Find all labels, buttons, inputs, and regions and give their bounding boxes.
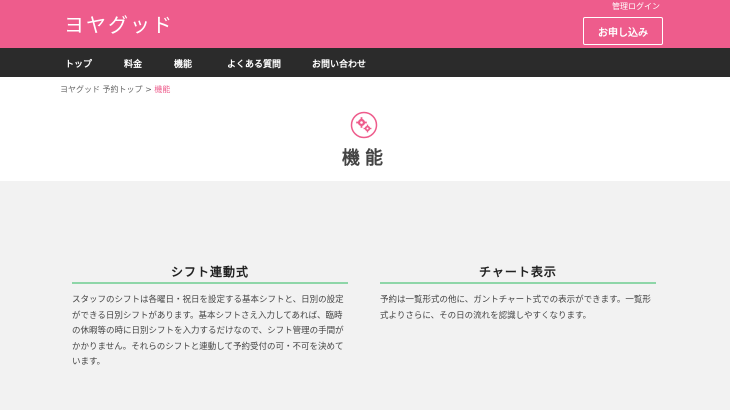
feature-description: 予約は一覧形式の他に、ガントチャート式での表示ができます。一覧形式よりさらに、そ…: [380, 295, 651, 321]
nav-item-pricing[interactable]: 料金: [124, 57, 142, 70]
feature-title: チャート表示: [380, 263, 656, 284]
breadcrumb-separator: >: [145, 85, 152, 94]
breadcrumb: ヨヤグッド 予約トップ > 機能: [60, 84, 170, 95]
nav-item-faq[interactable]: よくある質問: [227, 57, 281, 70]
feature-card-shift: シフト連動式 スタッフのシフトは各曜日・祝日を設定する基本シフトと、日別の設定が…: [72, 263, 348, 371]
gears-icon: [350, 111, 378, 139]
nav-item-features[interactable]: 機能: [174, 57, 192, 70]
feature-card-chart: チャート表示 予約は一覧形式の他に、ガントチャート式での表示ができます。一覧形式…: [380, 263, 656, 324]
page-header: ヨヤグッド 予約トップ > 機能 機能: [0, 77, 730, 181]
apply-button[interactable]: お申し込み: [583, 17, 663, 45]
site-logo[interactable]: ヨヤグッド: [64, 9, 174, 38]
breadcrumb-link-home[interactable]: ヨヤグッド 予約トップ: [60, 85, 143, 94]
page-title: 機能: [342, 148, 388, 169]
feature-description: スタッフのシフトは各曜日・祝日を設定する基本シフトと、日別の設定ができる日別シフ…: [72, 295, 344, 367]
nav-item-top[interactable]: トップ: [65, 57, 92, 70]
admin-login-link[interactable]: 管理ログイン: [612, 1, 660, 12]
site-header: ヨヤグッド 管理ログイン お申し込み: [0, 0, 730, 48]
feature-title: シフト連動式: [72, 263, 348, 284]
breadcrumb-current: 機能: [154, 85, 171, 94]
nav-item-contact[interactable]: お問い合わせ: [312, 57, 366, 70]
main-nav: トップ 料金 機能 よくある質問 お問い合わせ: [0, 48, 730, 77]
